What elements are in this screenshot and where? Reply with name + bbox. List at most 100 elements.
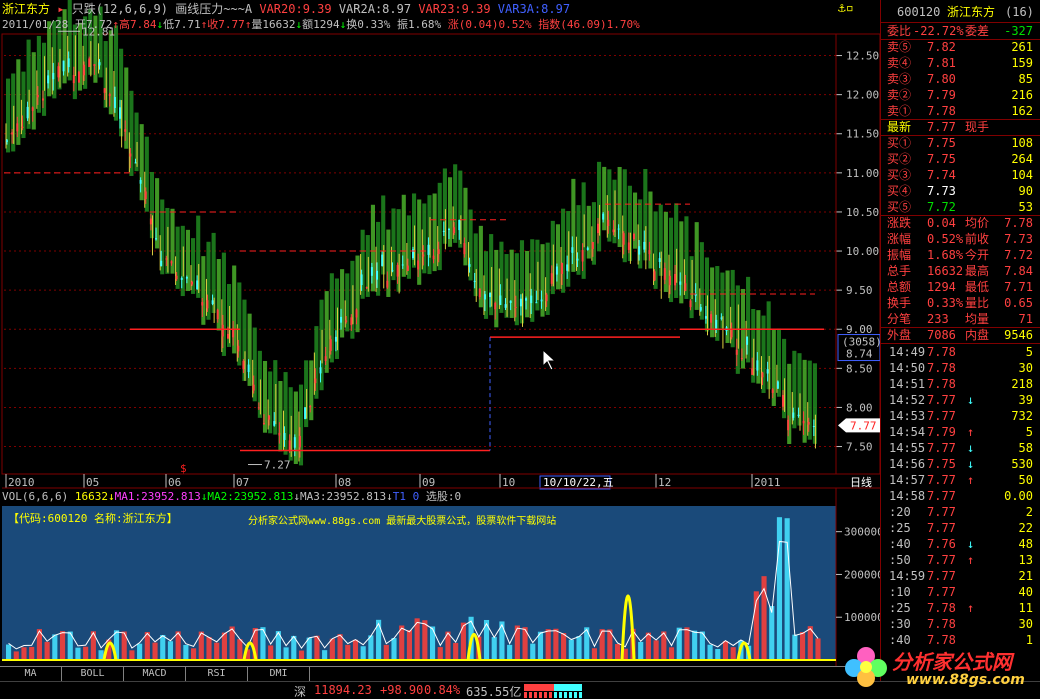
candle-body	[108, 94, 111, 96]
buy-price: 7.73	[927, 184, 956, 198]
candle-body	[571, 247, 574, 253]
current-price-label: 7.77	[850, 419, 877, 432]
candle-body	[329, 339, 332, 351]
price-tick-label: 12.50	[846, 50, 879, 63]
quote-panel: 600120 浙江东方 (16) 委比 -22.72% 委差 -327 卖⑤ 7.82 261 卖④…	[880, 0, 1040, 699]
candle-body	[561, 262, 564, 274]
sell-volume: 261	[1011, 40, 1033, 54]
tick-volume: 58	[1018, 441, 1033, 455]
stock-name: 浙江东方	[947, 5, 996, 19]
vol-name[interactable]: VOL(6,6,6)	[2, 490, 68, 503]
window-controls[interactable]: ⚓▫	[838, 2, 878, 16]
tick-price: 7.77	[927, 585, 956, 599]
tab-boll[interactable]: BOLL	[62, 667, 124, 681]
tick-volume: 22	[1018, 521, 1033, 535]
candle-body	[196, 280, 199, 290]
tick-volume: 30	[1018, 617, 1033, 631]
candle-body	[257, 407, 260, 409]
candle-body	[776, 381, 779, 389]
candle-body	[376, 270, 379, 280]
tick-volume: 40	[1018, 585, 1033, 599]
tab-dmi[interactable]: DMI	[248, 667, 310, 681]
buy-row: 买④ 7.73 90	[881, 183, 1040, 199]
tick-time: 14:59	[889, 569, 926, 583]
candle-body	[201, 302, 204, 306]
candle-body	[617, 228, 620, 230]
info-close: 收7.77	[207, 18, 245, 31]
candle-body	[591, 242, 594, 249]
info-change: 涨(0.04)0.52%	[447, 18, 532, 31]
candle-body	[83, 64, 86, 76]
candle-body	[62, 60, 65, 72]
volume-bar	[391, 638, 397, 660]
tab-ma[interactable]: MA	[0, 667, 62, 681]
kline-chart[interactable]: 12.5012.0011.5011.0010.5010.009.509.008.…	[0, 0, 880, 666]
var2a-label: VAR2A:8.97	[338, 2, 412, 16]
tab-rsi[interactable]: RSI	[186, 667, 248, 681]
tick-price: 7.79	[927, 425, 956, 439]
volume-bar	[221, 632, 227, 660]
volume-bar	[684, 627, 690, 660]
info-turnover: 换0.33%	[346, 18, 391, 31]
var3a-label: VAR3A:8.97	[497, 2, 571, 16]
candle-body	[525, 298, 528, 301]
stat-value: 0.33%	[927, 296, 964, 310]
tick-volume: 39	[1018, 393, 1033, 407]
tab-macd[interactable]: MACD	[124, 667, 186, 681]
status-pct: 0.84%	[424, 683, 461, 697]
restore-icon[interactable]: ▫	[846, 1, 854, 16]
candle-body	[226, 333, 229, 339]
tick-price: 7.77	[927, 553, 956, 567]
buy-price: 7.75	[927, 136, 956, 150]
candle-body	[550, 273, 553, 284]
sell-label: 卖④	[887, 56, 912, 70]
anchor-icon[interactable]: ⚓	[838, 1, 846, 16]
logo-text: 分析家公式网	[892, 650, 1012, 674]
flower-logo-icon	[845, 647, 887, 687]
tick-row: :25 7.77 22	[881, 520, 1040, 536]
tick-time: 14:54	[889, 425, 926, 439]
quote-header: 600120 浙江东方 (16)	[881, 4, 1040, 20]
tick-row: 14:49 7.78 5	[881, 344, 1040, 360]
candle-body	[216, 309, 219, 320]
candle-body	[566, 264, 569, 271]
tick-volume: 13	[1018, 553, 1033, 567]
buy-label: 买①	[887, 136, 912, 150]
candle-body	[494, 302, 497, 310]
candle-body	[437, 249, 440, 254]
candle-body	[268, 415, 271, 420]
outer-inner-row: 外盘 7086 内盘 9546	[881, 327, 1040, 343]
tick-time: :40	[889, 537, 911, 551]
sell-volume: 85	[1018, 72, 1033, 86]
buy-label: 买④	[887, 184, 912, 198]
candle-body	[340, 316, 343, 323]
tick-price: 7.77	[927, 409, 956, 423]
outer-value: 7086	[927, 328, 956, 342]
tick-price: 7.77	[927, 505, 956, 519]
volume-bar	[21, 647, 27, 660]
volume-bar	[730, 647, 736, 660]
indicator-name[interactable]: 只跌(12,6,6,9)	[72, 2, 168, 16]
volume-bar	[692, 630, 698, 660]
tick-price: 7.78	[927, 601, 956, 615]
volume-bar	[129, 650, 135, 660]
candle-body	[514, 306, 517, 308]
candle-body	[417, 260, 420, 270]
volume-bar	[553, 628, 559, 660]
candle-body	[751, 368, 754, 375]
stock-chart-app: 12.50 12.00 11.50 11.00 10.50 10.00 9.50 9.00 8.…	[0, 0, 1040, 699]
vol-value: 16632	[74, 490, 108, 503]
candle-body	[483, 294, 486, 300]
weicha-value: -327	[1004, 24, 1033, 38]
last-price: 7.77	[927, 120, 956, 134]
volume-bar	[591, 648, 598, 660]
time-tick-label: 2011	[754, 476, 781, 489]
vol-ma2: MA2:23952.813	[207, 490, 294, 503]
candle-body	[746, 336, 749, 345]
stat-label: 最低	[965, 280, 990, 294]
candle-body	[740, 358, 743, 360]
candle-body	[314, 378, 317, 384]
candle-body	[98, 62, 101, 66]
volume-bar	[530, 643, 536, 660]
volume-bar	[329, 638, 335, 660]
